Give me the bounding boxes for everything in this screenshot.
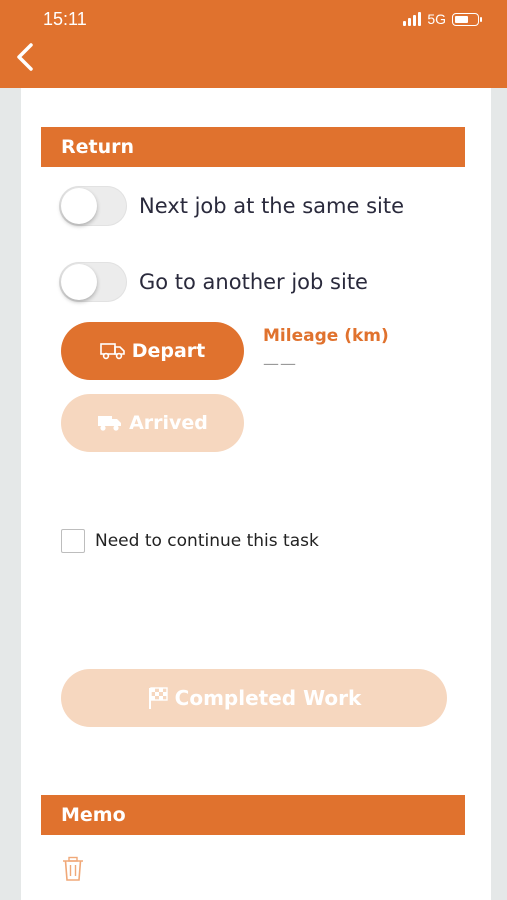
toggle-row-another-site: Go to another job site	[59, 262, 368, 302]
mileage-value: ——	[263, 354, 297, 373]
completed-work-button[interactable]: Completed Work	[61, 669, 447, 727]
delete-memo-button[interactable]	[61, 856, 85, 882]
depart-label: Depart	[131, 340, 206, 362]
mileage-label: Mileage (km)	[263, 326, 389, 346]
continue-task-row[interactable]: Need to continue this task	[61, 529, 319, 553]
return-section-header: Return	[41, 127, 465, 167]
status-indicators: 5G	[403, 11, 482, 27]
arrived-label: Arrived	[129, 412, 208, 434]
arrived-button[interactable]: Arrived	[61, 394, 244, 452]
same-site-label: Next job at the same site	[139, 194, 404, 218]
toggle-row-same-site: Next job at the same site	[59, 186, 404, 226]
completed-work-label: Completed Work	[174, 686, 362, 710]
memo-section-header: Memo	[41, 795, 465, 835]
checkered-flag-icon	[148, 687, 168, 709]
chevron-left-icon	[17, 43, 33, 71]
another-site-toggle[interactable]	[59, 262, 127, 302]
battery-icon	[452, 12, 482, 26]
truck-outline-icon	[99, 343, 125, 360]
status-time: 15:11	[43, 9, 87, 29]
content-card: Return Next job at the same site Go to a…	[21, 88, 491, 900]
signal-bars-icon	[403, 12, 422, 26]
same-site-toggle[interactable]	[59, 186, 127, 226]
back-button[interactable]	[10, 40, 40, 74]
network-type: 5G	[427, 11, 446, 27]
depart-button[interactable]: Depart	[61, 322, 244, 380]
continue-task-checkbox[interactable]	[61, 529, 85, 553]
return-section-title: Return	[61, 136, 135, 158]
memo-section-title: Memo	[61, 804, 126, 826]
truck-filled-icon	[98, 416, 122, 431]
trash-icon	[63, 856, 83, 881]
another-site-label: Go to another job site	[139, 270, 368, 294]
app-header: 15:11 5G	[0, 0, 507, 88]
continue-task-label: Need to continue this task	[95, 531, 319, 551]
